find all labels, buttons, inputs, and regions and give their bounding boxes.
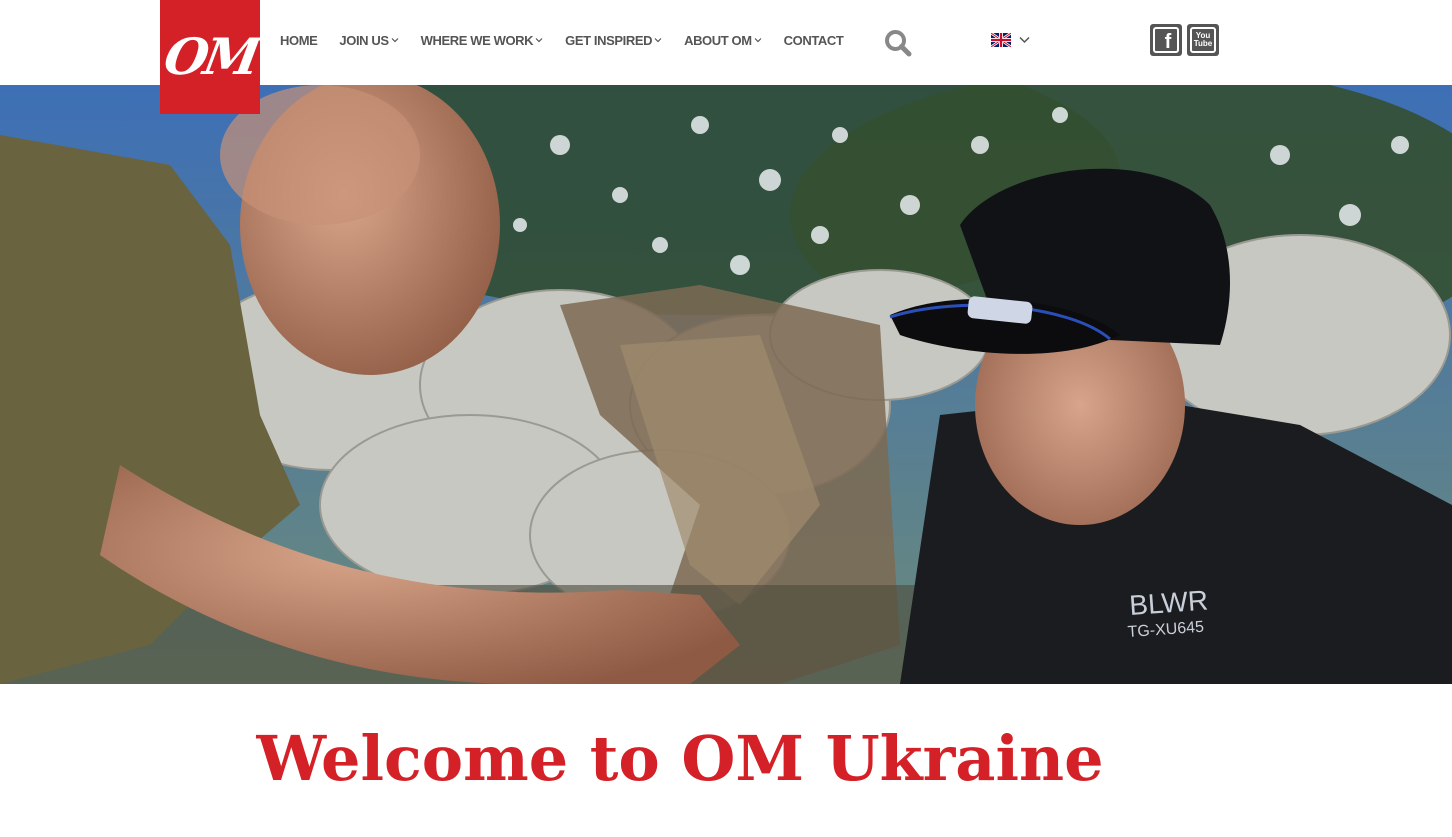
- nav-item-about-om[interactable]: ABOUT OM: [684, 33, 762, 48]
- hero-illustration: BLWR TG-XU645: [0, 85, 1452, 684]
- facebook-glyph: f: [1164, 31, 1172, 53]
- chevron-down-icon: [754, 36, 762, 44]
- main-nav: HOME JOIN US WHERE WE WORK GET INSPIRED …: [280, 0, 865, 80]
- chevron-down-icon: [654, 36, 662, 44]
- nav-item-label: HOME: [280, 32, 318, 48]
- search-icon[interactable]: [883, 28, 913, 58]
- nav-item-label: CONTACT: [783, 32, 844, 48]
- shirt-text-1: BLWR: [1128, 585, 1209, 621]
- om-logo[interactable]: OM: [159, 0, 261, 114]
- facebook-icon[interactable]: f: [1150, 24, 1182, 56]
- youtube-icon[interactable]: You Tube: [1187, 24, 1219, 56]
- page-title: Welcome to OM Ukraine: [256, 722, 1104, 795]
- nav-item-get-inspired[interactable]: GET INSPIRED: [565, 33, 662, 48]
- chevron-down-icon: [391, 36, 399, 44]
- nav-item-label: JOIN US: [339, 32, 389, 48]
- chevron-down-icon: [1019, 36, 1030, 44]
- youtube-glyph-line2: Tube: [1193, 39, 1213, 48]
- nav-item-label: ABOUT OM: [684, 32, 752, 48]
- logo-text: OM: [159, 27, 261, 86]
- nav-item-contact[interactable]: CONTACT: [784, 33, 844, 48]
- uk-flag-icon: [991, 33, 1011, 47]
- language-selector[interactable]: [991, 33, 1030, 47]
- nav-item-join-us[interactable]: JOIN US: [339, 32, 399, 48]
- hero-image: BLWR TG-XU645: [0, 85, 1452, 684]
- chevron-down-icon: [535, 36, 543, 44]
- nav-item-where-we-work[interactable]: WHERE WE WORK: [421, 33, 544, 48]
- nav-item-label: WHERE WE WORK: [420, 32, 534, 48]
- nav-item-home[interactable]: HOME: [280, 32, 318, 48]
- nav-item-label: GET INSPIRED: [565, 32, 653, 48]
